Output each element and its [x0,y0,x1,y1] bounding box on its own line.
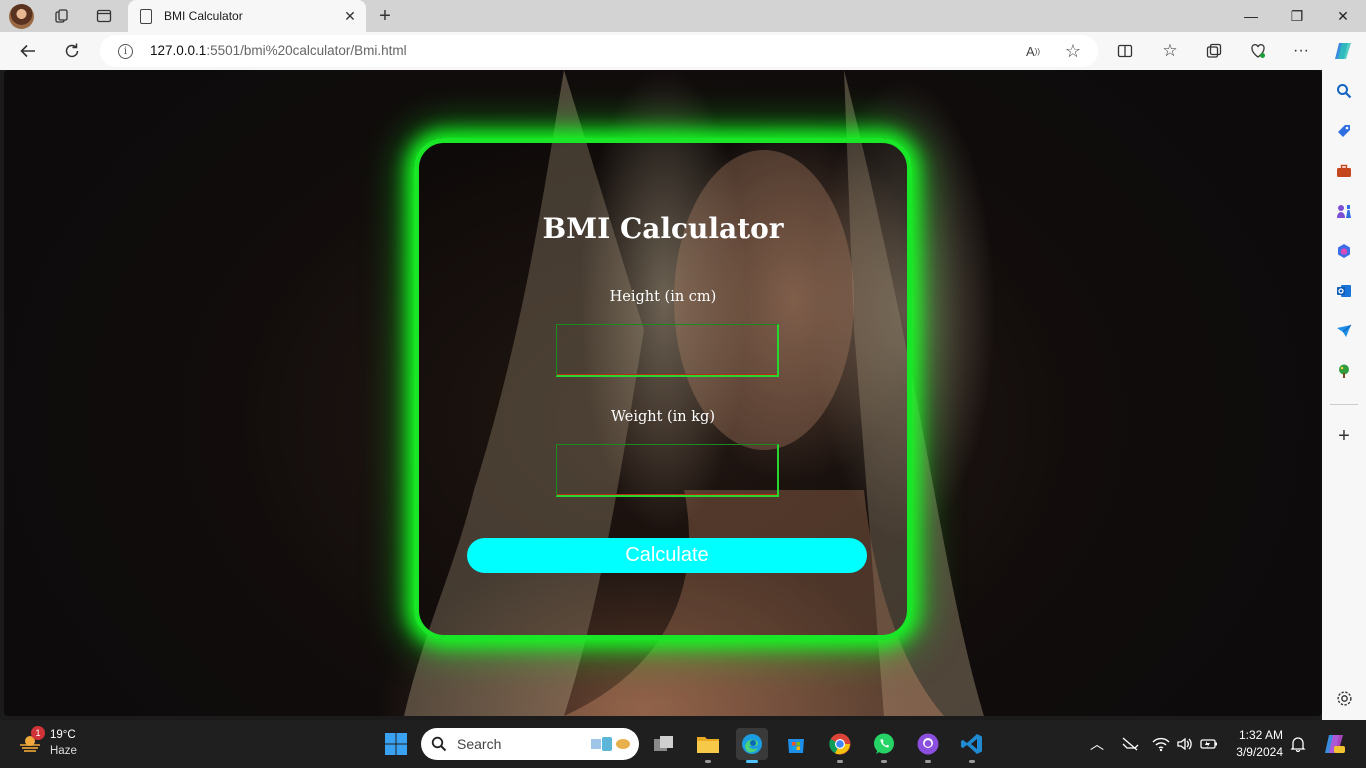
wifi-icon[interactable] [1152,735,1170,753]
github-desktop-button[interactable] [912,728,944,763]
vscode-button[interactable] [956,728,988,763]
refresh-icon[interactable] [57,36,87,66]
clock-time[interactable]: 1:32 AM [1236,728,1283,742]
sidebar-divider [1330,404,1358,405]
url-text: 127.0.0.1:5501/bmi%20calculator/Bmi.html [150,43,407,58]
back-arrow-icon[interactable] [13,36,43,66]
search-icon[interactable] [1334,81,1354,101]
folder-icon [697,737,719,753]
height-input[interactable] [556,324,779,377]
clock-date[interactable]: 3/9/2024 [1230,745,1283,759]
edge-sidebar: + [1322,70,1366,720]
restore-button[interactable]: ❐ [1274,0,1320,32]
bmi-card: BMI Calculator Height (in cm) Weight (in… [414,138,912,640]
vertical-tabs-icon[interactable] [90,4,118,28]
edge-icon [742,734,762,754]
search-highlight-icon [591,737,630,751]
page-viewport: BMI Calculator Height (in cm) Weight (in… [4,70,1322,716]
windows-taskbar: 1 19°C Haze Search ︿ 1:32 AM 3/9/2024 [0,720,1366,768]
microsoft-store-button[interactable] [780,728,812,760]
show-hidden-icons-chevron-up-icon[interactable]: ︿ [1088,735,1106,753]
split-screen-icon[interactable] [1114,40,1136,62]
shopping-tag-icon[interactable] [1334,121,1354,141]
start-button[interactable] [380,728,412,760]
tab-bmi-calculator[interactable]: BMI Calculator ✕ [128,0,366,32]
tab-close-icon[interactable]: ✕ [338,4,362,28]
search-icon [431,736,447,752]
whatsapp-button[interactable] [868,728,900,763]
chrome-icon [829,733,851,755]
volume-icon[interactable] [1176,735,1194,753]
calculate-button[interactable]: Calculate [467,538,867,573]
tools-briefcase-icon[interactable] [1334,161,1354,181]
height-label: Height (in cm) [609,289,717,305]
no-network-icon[interactable] [1121,735,1139,753]
copilot-icon[interactable] [1332,40,1354,62]
edge-button[interactable] [736,728,768,763]
favorites-icon[interactable]: ☆ [1159,40,1181,62]
close-window-button[interactable]: ✕ [1320,0,1366,32]
notifications-bell-icon[interactable] [1289,735,1307,753]
tab-strip: BMI Calculator ✕ + — ❐ ✕ [0,0,1366,32]
whatsapp-icon [874,733,894,754]
games-icon[interactable] [1334,201,1354,221]
url-path: :5501/bmi%20calculator/Bmi.html [206,43,407,58]
tree-icon[interactable] [1334,361,1354,381]
taskbar-search-box[interactable]: Search [421,728,639,760]
site-info-icon[interactable]: i [118,44,133,59]
windows-logo-icon [385,733,407,755]
github-icon [917,733,939,755]
workspaces-icon[interactable] [48,4,76,28]
search-placeholder: Search [457,736,502,752]
weight-input[interactable] [556,444,779,497]
outlook-icon[interactable] [1334,281,1354,301]
url-host: 127.0.0.1 [150,43,207,58]
weight-label: Weight (in kg) [611,409,715,425]
copilot-taskbar-icon[interactable] [1322,732,1346,756]
microsoft-365-icon[interactable] [1334,241,1354,261]
file-explorer-button[interactable] [692,728,724,763]
browser-essentials-icon[interactable] [1247,40,1269,62]
add-sidebar-app-icon[interactable]: + [1334,425,1354,447]
weather-desc[interactable]: Haze [50,745,77,757]
favorite-star-icon[interactable]: ☆ [1062,40,1084,62]
vscode-icon [961,734,982,754]
task-view-icon [654,736,673,751]
read-aloud-icon[interactable]: A)) [1022,40,1044,62]
battery-icon[interactable] [1200,735,1218,753]
minimize-button[interactable]: — [1228,0,1274,32]
collections-icon[interactable] [1203,40,1225,62]
sidebar-settings-gear-icon[interactable] [1334,688,1354,708]
new-tab-button[interactable]: + [372,4,398,28]
tab-title: BMI Calculator [164,9,243,23]
profile-avatar[interactable] [9,4,34,29]
page-title: BMI Calculator [542,212,784,245]
weather-badge: 1 [31,726,45,740]
chrome-button[interactable] [824,728,856,763]
page-icon [140,8,152,24]
task-view-button[interactable] [648,728,680,760]
more-options-icon[interactable]: ··· [1290,40,1312,62]
browser-toolbar: i 127.0.0.1:5501/bmi%20calculator/Bmi.ht… [0,32,1366,70]
drop-send-icon[interactable] [1334,321,1354,341]
weather-temp[interactable]: 19°C [50,729,76,741]
address-bar[interactable]: i 127.0.0.1:5501/bmi%20calculator/Bmi.ht… [100,35,1098,67]
store-icon [788,739,804,753]
